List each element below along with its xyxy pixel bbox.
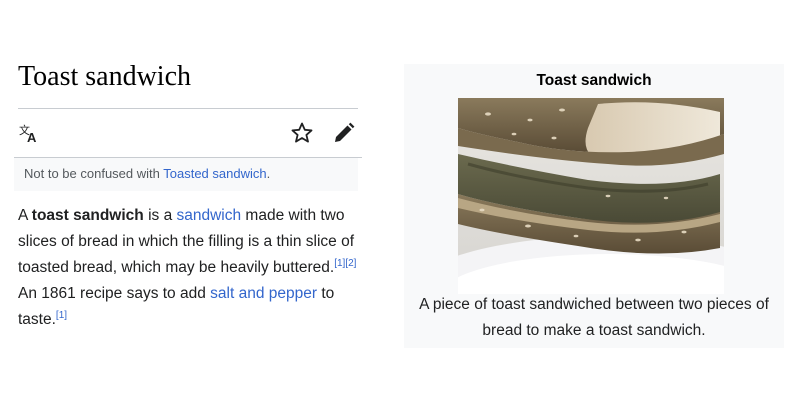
article-lead-paragraph: A toast sandwich is a sandwich made with… [18, 203, 358, 333]
text-segment: is a [143, 207, 177, 224]
hatnote-suffix: . [266, 166, 271, 181]
pencil-icon[interactable] [332, 121, 356, 145]
hatnote-prefix: Not to be confused with [24, 166, 164, 181]
bold-term: toast sandwich [31, 207, 144, 224]
hatnote-link-toasted-sandwich[interactable]: Toasted sandwich [163, 166, 266, 181]
page-title: Toast sandwich [18, 61, 192, 92]
toast-sandwich-photo[interactable] [458, 98, 724, 294]
article: Toast sandwich 文 A Not to be confused wi… [14, 58, 362, 333]
infobox-caption: A piece of toast sandwiched between two … [419, 296, 769, 339]
hatnote: Not to be confused with Toasted sandwich… [14, 158, 358, 191]
reference-1-repeat[interactable]: [1] [56, 310, 67, 321]
text-segment: A [18, 207, 32, 224]
reference-2[interactable]: [2] [345, 258, 356, 269]
language-translate-icon[interactable]: 文 A [18, 121, 42, 145]
reference-1[interactable]: [1] [334, 258, 345, 269]
infobox: Toast sandwich A piece of toast sandwich… [404, 64, 784, 348]
infobox-title: Toast sandwich [536, 72, 652, 89]
star-icon[interactable] [290, 121, 314, 145]
page-actions-toolbar: 文 A [18, 109, 358, 157]
link-sandwich[interactable]: sandwich [177, 207, 242, 224]
svg-text:A: A [27, 130, 37, 145]
text-segment: An 1861 recipe says to add [18, 285, 211, 302]
link-salt-and-pepper[interactable]: salt and pepper [210, 285, 317, 302]
